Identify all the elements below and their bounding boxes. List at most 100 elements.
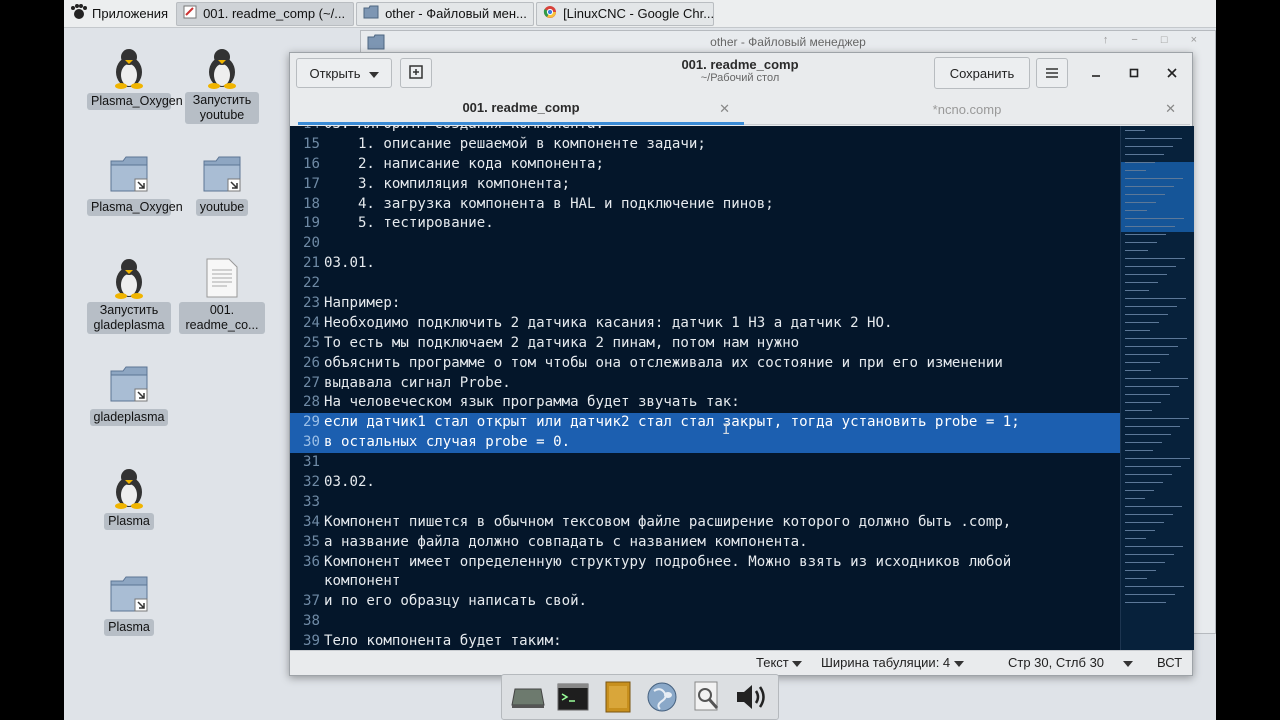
desktop-icon-plasma-oxygen-folder[interactable]: Plasma_Oxygen xyxy=(84,152,183,216)
code-line[interactable]: 36 Компонент имеет определенную структуру… xyxy=(290,553,1120,573)
line-number: 16 xyxy=(303,155,320,172)
minimap-line xyxy=(1125,274,1167,275)
task-readme-editor[interactable]: 001. readme_comp (~/... xyxy=(176,1,355,26)
code-line[interactable]: 38 xyxy=(290,612,1120,632)
line-number: 32 xyxy=(303,474,320,491)
terminal-icon[interactable] xyxy=(555,679,591,715)
minimap-line xyxy=(1125,210,1147,211)
desktop-icon-plasma-oxygen-launcher[interactable]: Plasma_Oxygen xyxy=(84,46,183,110)
code-line[interactable]: 24 Необходимо подключить 2 датчика касани… xyxy=(290,314,1120,334)
code-line[interactable]: 34 Компонент пишется в обычном тексовом ф… xyxy=(290,513,1120,533)
desktop-icon-youtube-launcher[interactable]: Запустить youtube xyxy=(177,46,267,124)
close-icon[interactable] xyxy=(1162,63,1182,83)
open-button[interactable]: Открыть xyxy=(296,58,392,88)
code-line[interactable]: 22 xyxy=(290,274,1120,294)
close-icon[interactable]: ✕ xyxy=(1165,101,1176,117)
code-line[interactable]: 33 xyxy=(290,493,1120,513)
line-text: Тело компонента будет таким: xyxy=(324,633,562,650)
code-line[interactable]: 26 объяснить программе о том чтобы она от… xyxy=(290,354,1120,374)
desktop-icon-readme-file[interactable]: 001. readme_co... xyxy=(177,256,267,334)
code-line[interactable]: 31 xyxy=(290,453,1120,473)
code-line[interactable]: 21 03.01. xyxy=(290,254,1120,274)
task-file-manager[interactable]: other - Файловый мен... xyxy=(356,1,535,26)
code-line[interactable]: 35 а название файла должно совпадать с на… xyxy=(290,533,1120,553)
code-line[interactable]: 29 если датчик1 стал открыт или датчик2 с… xyxy=(290,413,1120,434)
desktop-icon-plasma-folder[interactable]: Plasma xyxy=(84,572,174,636)
cursor-position-label: Стр 30, Стлб 30 xyxy=(1008,655,1105,670)
line-text: и по его образцу написать свой. xyxy=(324,593,588,610)
minimap-line xyxy=(1125,586,1184,587)
line-number: 19 xyxy=(303,215,320,232)
minimap-line xyxy=(1125,482,1163,483)
code-line[interactable]: 30 в остальных случая probe = 0. xyxy=(290,433,1120,454)
chevron-down-icon xyxy=(368,66,379,81)
save-button[interactable]: Сохранить xyxy=(934,57,1030,89)
close-icon[interactable]: ✕ xyxy=(719,101,730,117)
files-icon[interactable] xyxy=(600,679,636,715)
minimap[interactable] xyxy=(1120,126,1194,650)
volume-icon[interactable] xyxy=(734,679,770,715)
desktop-icon-gladeplasma-folder[interactable]: gladeplasma xyxy=(84,362,174,426)
minimap-line xyxy=(1125,218,1184,219)
minimap-line xyxy=(1125,306,1177,307)
position-menu[interactable] xyxy=(1123,655,1133,670)
language-selector[interactable]: Текст xyxy=(756,655,803,670)
code-line[interactable]: 16 2. написание кода компонента; xyxy=(290,155,1120,175)
desktop: Приложения 001. readme_comp (~/... other… xyxy=(64,0,1216,720)
code-line[interactable]: 15 1. описание решаемой в компоненте зад… xyxy=(290,135,1120,155)
code-line[interactable]: 28 На человеческом язык программа будет з… xyxy=(290,393,1120,413)
code-line[interactable]: компонент xyxy=(290,572,1120,592)
line-number: 35 xyxy=(303,533,320,550)
tab-width-selector[interactable]: Ширина табуляции: 4 xyxy=(821,655,964,670)
minimap-viewport[interactable] xyxy=(1121,162,1194,232)
code-line[interactable]: 19 5. тестирование. xyxy=(290,214,1120,234)
minimap-line xyxy=(1125,514,1173,515)
chevron-down-icon xyxy=(792,655,803,670)
tab-ncno-comp[interactable]: *ncno.comp ✕ xyxy=(744,93,1190,125)
minimap-line xyxy=(1125,258,1185,259)
code-line[interactable]: 23 Например: xyxy=(290,294,1120,314)
code-line[interactable]: 27 выдавала сигнал Probe. xyxy=(290,374,1120,394)
code-line[interactable]: 14 03. Алгоритм создания компонента: xyxy=(290,126,1120,135)
text-editor-area[interactable]: 1403. Алгоритм создания компонента:15 1.… xyxy=(290,126,1120,650)
minimap-line xyxy=(1125,546,1183,547)
file-manager-titlebar[interactable]: other - Файловый менеджер ↑ − □ × xyxy=(361,31,1215,53)
language-label: Текст xyxy=(756,655,789,670)
line-text: Необходимо подключить 2 датчика касания:… xyxy=(324,314,893,331)
code-line[interactable]: 18 4. загрузка компонента в HAL и подклю… xyxy=(290,195,1120,215)
window-controls[interactable]: ↑ − □ × xyxy=(1103,34,1207,46)
web-browser-icon[interactable] xyxy=(644,679,680,715)
tab-readme-comp[interactable]: 001. readme_comp ✕ xyxy=(298,93,744,125)
new-tab-button[interactable] xyxy=(400,58,432,88)
menu-button[interactable] xyxy=(1036,58,1068,88)
line-text: То есть мы подключаем 2 датчика 2 пинам,… xyxy=(324,334,800,351)
desktop-icon-youtube-folder[interactable]: youtube xyxy=(177,152,267,216)
applications-menu[interactable]: Приложения xyxy=(64,0,174,28)
folder-link-icon xyxy=(109,362,149,406)
show-desktop-icon[interactable] xyxy=(510,679,546,715)
desktop-icon-gladeplasma-launcher[interactable]: Запустить gladeplasma xyxy=(84,256,174,334)
line-number: 29 xyxy=(303,414,320,431)
maximize-icon[interactable] xyxy=(1124,63,1144,83)
code-line[interactable]: 37 и по его образцу написать свой. xyxy=(290,592,1120,612)
minimap-line xyxy=(1125,498,1145,499)
line-text: Например: xyxy=(324,295,401,312)
image-viewer-icon[interactable] xyxy=(689,679,725,715)
insert-mode[interactable]: ВСТ xyxy=(1157,655,1182,670)
task-chrome[interactable]: [LinuxCNC - Google Chr... xyxy=(536,1,715,26)
code-line[interactable]: 39 Тело компонента будет таким: xyxy=(290,632,1120,650)
minimap-line xyxy=(1125,330,1150,331)
hamburger-icon xyxy=(1046,66,1058,81)
code-line[interactable]: 25 То есть мы подключаем 2 датчика 2 пина… xyxy=(290,334,1120,354)
minimap-line xyxy=(1125,162,1155,163)
line-text: а название файла должно совпадать с назв… xyxy=(324,533,808,550)
desktop-icon-label: Plasma_Oxygen xyxy=(87,93,183,110)
code-line[interactable]: 20 xyxy=(290,234,1120,254)
code-line[interactable]: 32 03.02. xyxy=(290,473,1120,493)
cursor-position[interactable]: Стр 30, Стлб 30 xyxy=(1008,655,1104,670)
desktop-icon-plasma-launcher[interactable]: Plasma xyxy=(84,466,174,530)
minimize-icon[interactable] xyxy=(1086,63,1106,83)
line-text: если датчик1 стал открыт или датчик2 ста… xyxy=(324,414,1020,431)
code-line[interactable]: 17 3. компиляция компонента; xyxy=(290,175,1120,195)
minimap-line xyxy=(1125,146,1173,147)
